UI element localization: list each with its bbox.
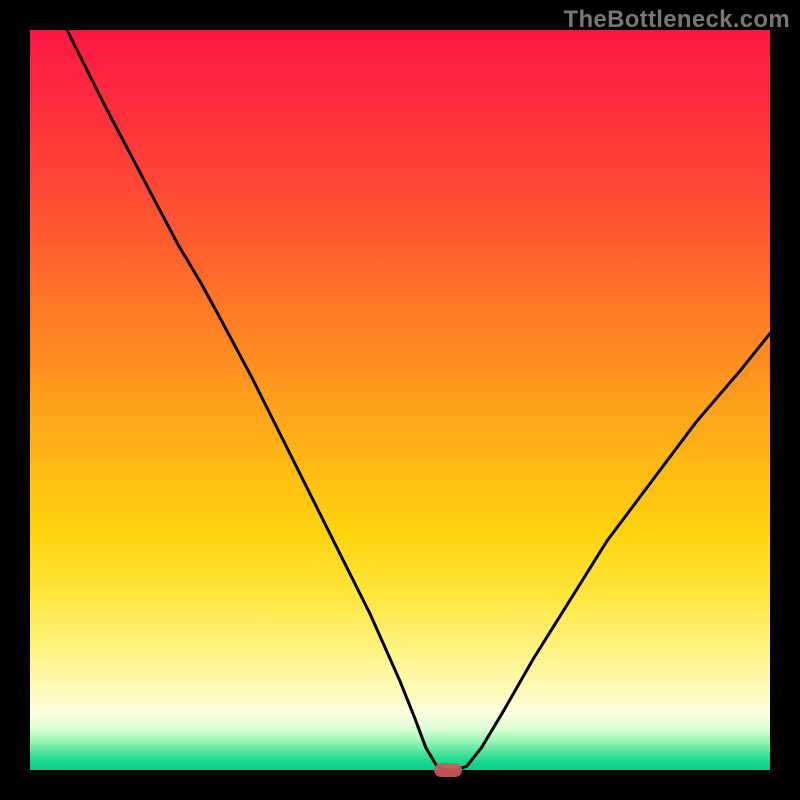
bottleneck-curve xyxy=(67,30,770,770)
plot-area xyxy=(30,30,770,770)
optimal-point-marker xyxy=(434,763,462,777)
chart-stage: TheBottleneck.com xyxy=(0,0,800,800)
curve-layer xyxy=(30,30,770,770)
